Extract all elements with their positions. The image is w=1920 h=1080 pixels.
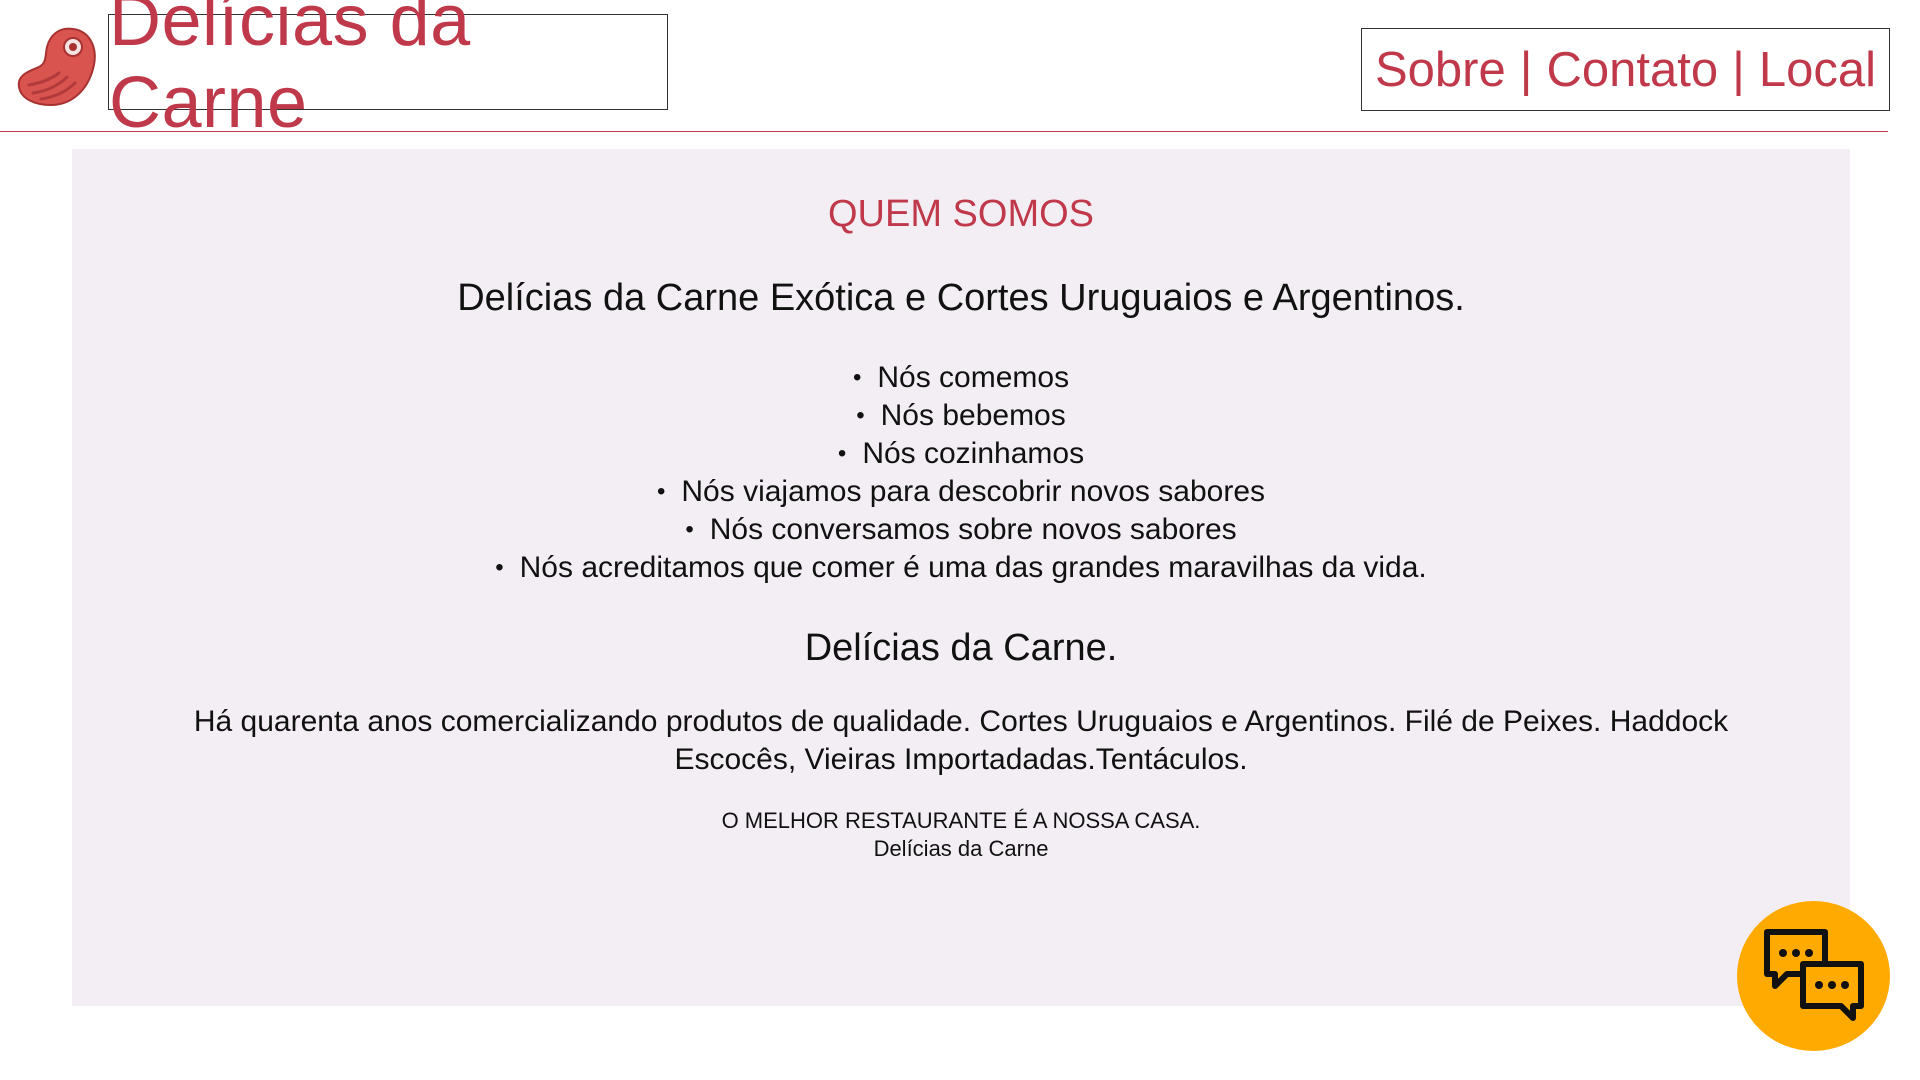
- motto: O MELHOR RESTAURANTE É A NOSSA CASA. Del…: [72, 807, 1850, 863]
- section-title: QUEM SOMOS: [827, 193, 1095, 235]
- history-paragraph: Há quarenta anos comercializando produto…: [193, 705, 1729, 776]
- nav-link-sobre[interactable]: Sobre: [1375, 42, 1506, 98]
- nav-separator: |: [1732, 42, 1745, 97]
- list-item: Nós acreditamos que comer é uma das gran…: [72, 549, 1850, 587]
- nav-link-local[interactable]: Local: [1759, 42, 1876, 98]
- nav-link-contato[interactable]: Contato: [1547, 42, 1719, 98]
- section-subtitle: Delícias da Carne Exótica e Cortes Urugu…: [457, 277, 1465, 319]
- brand-heading: Delícias da Carne.: [804, 627, 1118, 669]
- brand-title[interactable]: Delícias da Carne: [108, 0, 668, 143]
- list-item: Nós conversamos sobre novos sabores: [72, 511, 1850, 549]
- list-item: Nós bebemos: [72, 397, 1850, 435]
- site-header: Delícias da Carne Sobre | Contato | Loca…: [0, 0, 1890, 143]
- nav-separator: |: [1519, 42, 1533, 97]
- values-list: Nós comemos Nós bebemos Nós cozinhamos N…: [72, 359, 1850, 587]
- chat-bubbles-icon: [1763, 929, 1864, 1021]
- meat-steak-icon[interactable]: [15, 25, 99, 109]
- motto-line: O MELHOR RESTAURANTE É A NOSSA CASA.: [721, 808, 1201, 833]
- motto-signature: Delícias da Carne: [873, 836, 1049, 861]
- list-item: Nós comemos: [72, 359, 1850, 397]
- list-item: Nós viajamos para descobrir novos sabore…: [72, 473, 1850, 511]
- chat-button[interactable]: [1737, 901, 1890, 1051]
- brand-title-text: Delícias da Carne: [109, 0, 471, 143]
- list-item: Nós cozinhamos: [72, 435, 1850, 473]
- about-section: QUEM SOMOS Delícias da Carne Exótica e C…: [72, 149, 1850, 1006]
- top-nav: Sobre | Contato | Local: [1361, 28, 1890, 111]
